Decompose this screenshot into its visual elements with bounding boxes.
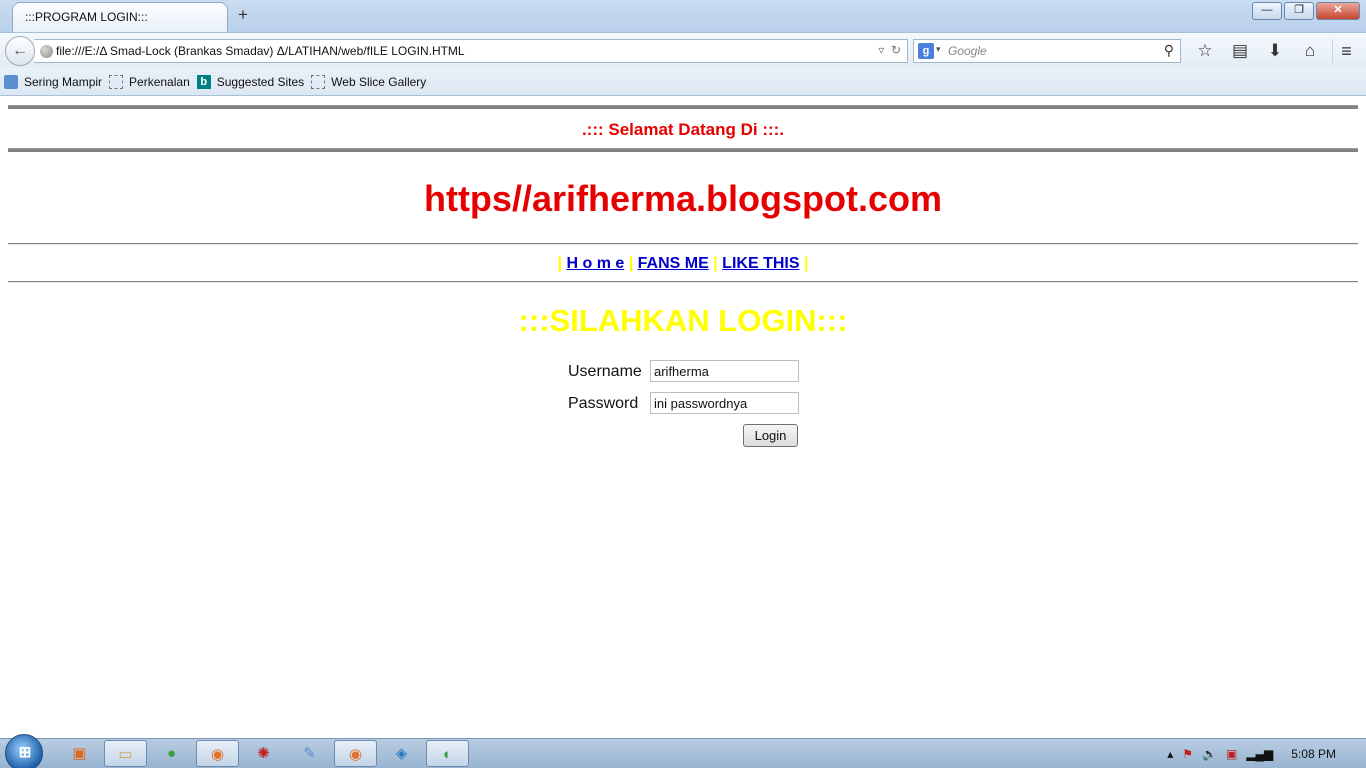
menu-separator: | xyxy=(803,255,809,272)
bookmark-suggested-sites[interactable]: b Suggested Sites xyxy=(196,74,305,89)
home-icon[interactable]: ⌂ xyxy=(1295,39,1325,63)
menu-separator: | xyxy=(557,255,563,272)
menu-link-like-this[interactable]: LIKE THIS xyxy=(722,255,799,272)
bookmark-web-slice-gallery[interactable]: Web Slice Gallery xyxy=(311,74,427,89)
xampp-icon[interactable]: ▣ xyxy=(58,740,101,767)
username-input[interactable] xyxy=(650,360,799,382)
login-heading: :::SILAHKAN LOGIN::: xyxy=(518,303,848,338)
bookmark-label: Suggested Sites xyxy=(216,74,305,89)
title-bar: :::PROGRAM LOGIN::: + — ❐ ✕ xyxy=(0,0,1366,32)
back-arrow-icon: ← xyxy=(12,42,28,59)
minimize-button[interactable]: — xyxy=(1252,2,1282,20)
globe-icon xyxy=(40,45,53,58)
clock[interactable]: 5:08 PM xyxy=(1291,747,1336,761)
network-signal-icon[interactable]: ▂▄▆ xyxy=(1246,747,1273,761)
start-button[interactable]: ⊞ xyxy=(5,734,43,768)
bookmark-label: Perkenalan xyxy=(129,74,190,89)
address-bar[interactable]: file:///E:/Δ Smad-Lock (Brankas Smadav) … xyxy=(34,39,908,63)
divider xyxy=(8,243,1358,245)
reload-icon[interactable]: ▿ ↻ xyxy=(878,43,901,57)
bookmarks-bar: Sering Mampir Perkenalan b Suggested Sit… xyxy=(0,68,1366,96)
navigation-toolbar: file:///E:/Δ Smad-Lock (Brankas Smadav) … xyxy=(0,32,1366,68)
explorer-folder-icon[interactable]: ▭ xyxy=(104,740,147,767)
bookmark-perkenalan[interactable]: Perkenalan xyxy=(109,74,190,89)
window-controls: — ❐ ✕ xyxy=(1250,2,1360,20)
search-placeholder: Google xyxy=(948,44,987,58)
paint-icon[interactable]: ✎ xyxy=(288,740,331,767)
page-icon xyxy=(311,74,326,89)
divider xyxy=(8,105,1358,109)
welcome-text: .::: Selamat Datang Di :::. xyxy=(581,120,785,139)
antivirus-icon[interactable]: ▣ xyxy=(1226,747,1237,761)
action-center-flag-icon[interactable]: ⚑ xyxy=(1182,747,1193,761)
divider xyxy=(8,148,1358,152)
tab-program-login[interactable]: :::PROGRAM LOGIN::: xyxy=(12,2,228,32)
firefox-icon[interactable]: ◉ xyxy=(196,740,239,767)
login-button[interactable]: Login xyxy=(743,424,798,447)
most-visited-icon xyxy=(4,74,18,89)
bookmark-label: Sering Mampir xyxy=(24,74,103,89)
menu-link-home[interactable]: H o m e xyxy=(566,255,624,272)
password-label: Password xyxy=(568,395,639,412)
firefox-window-icon[interactable]: ◉ xyxy=(334,740,377,767)
url-text: file:///E:/Δ Smad-Lock (Brankas Smadav) … xyxy=(56,44,465,58)
site-title: https//arifherma.blogspot.com xyxy=(423,178,943,219)
bookmark-star-icon[interactable]: ☆ xyxy=(1190,39,1220,63)
chevron-down-icon[interactable]: ▾ xyxy=(936,44,941,55)
taskbar: ⊞ ▣ ▭ ● ◉ ✺ ✎ ◉ ◈ ◐ ▴ ⚑ 🔈 ▣ ▂▄▆ 5:08 PM xyxy=(0,734,1366,768)
system-tray: ▴ ⚑ 🔈 ▣ ▂▄▆ 5:08 PM xyxy=(1158,739,1360,768)
restore-button[interactable]: ❐ xyxy=(1284,2,1314,20)
google-icon[interactable]: g xyxy=(918,43,934,59)
password-input[interactable] xyxy=(650,392,799,414)
close-button[interactable]: ✕ xyxy=(1316,2,1360,20)
menu-link-fans-me[interactable]: FANS ME xyxy=(638,255,709,272)
search-bar[interactable]: g ▾ Google ⚲ xyxy=(913,39,1181,63)
volume-icon[interactable]: 🔈 xyxy=(1202,747,1217,761)
network-app-icon[interactable]: ◈ xyxy=(380,740,423,767)
media-player-icon[interactable]: ● xyxy=(150,740,193,767)
tab-title: :::PROGRAM LOGIN::: xyxy=(25,10,148,24)
search-icon[interactable]: ⚲ xyxy=(1164,42,1174,59)
menu-separator: | xyxy=(713,255,718,272)
ant-app-icon[interactable]: ✺ xyxy=(242,740,285,767)
windows-logo-icon: ⊞ xyxy=(18,744,32,761)
new-tab-button[interactable]: + xyxy=(234,6,252,24)
menu-separator: | xyxy=(628,255,634,272)
username-label: Username xyxy=(568,363,642,380)
download-icon[interactable]: ⬇ xyxy=(1260,39,1290,63)
toolbar-icons: ☆ ▤ ⬇ ⌂ xyxy=(1190,39,1330,63)
page-content: .::: Selamat Datang Di :::. https//arifh… xyxy=(0,97,1366,738)
hamburger-menu-icon[interactable]: ≡ xyxy=(1332,39,1360,63)
utility-app-icon[interactable]: ◐ xyxy=(426,740,469,767)
bookmark-sering-mampir[interactable]: Sering Mampir xyxy=(4,74,103,89)
back-button[interactable]: ← xyxy=(5,36,35,66)
bing-icon: b xyxy=(196,74,211,89)
show-hidden-icons-icon[interactable]: ▴ xyxy=(1167,747,1173,761)
site-menu: | H o m e | FANS ME | LIKE THIS | xyxy=(0,255,1366,273)
bookmark-label: Web Slice Gallery xyxy=(331,74,427,89)
divider xyxy=(8,281,1358,283)
page-icon xyxy=(109,74,124,89)
bookmarks-list-icon[interactable]: ▤ xyxy=(1225,39,1255,63)
